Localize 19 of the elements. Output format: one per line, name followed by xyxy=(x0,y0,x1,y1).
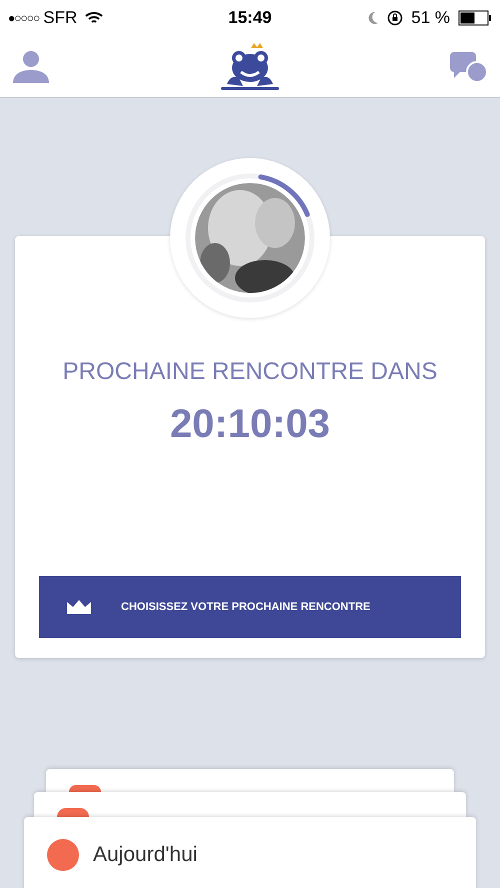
crown-icon xyxy=(67,600,91,614)
day-card[interactable] xyxy=(46,769,454,792)
wifi-icon xyxy=(85,11,104,25)
moon-icon xyxy=(367,11,380,25)
chat-icon[interactable] xyxy=(450,50,488,84)
choose-match-button[interactable]: CHOISISSEZ VOTRE PROCHAINE RENCONTRE xyxy=(39,576,461,638)
rotation-lock-icon xyxy=(387,10,404,26)
countdown-title: PROCHAINE RENCONTRE DANS xyxy=(62,357,438,387)
frog-logo xyxy=(219,42,281,92)
countdown-time: 20:10:03 xyxy=(170,401,330,448)
day-label: Aujourd'hui xyxy=(93,842,198,868)
day-card[interactable]: Aujourd'hui xyxy=(24,817,476,888)
clock-time: 15:49 xyxy=(228,7,272,30)
battery-percent: 51 % xyxy=(411,7,450,30)
day-card[interactable] xyxy=(34,792,466,817)
profile-icon[interactable] xyxy=(12,50,50,84)
carrier-name: SFR xyxy=(43,7,78,30)
battery-icon xyxy=(458,10,492,26)
signal-strength: ●○○○○ xyxy=(8,10,40,27)
